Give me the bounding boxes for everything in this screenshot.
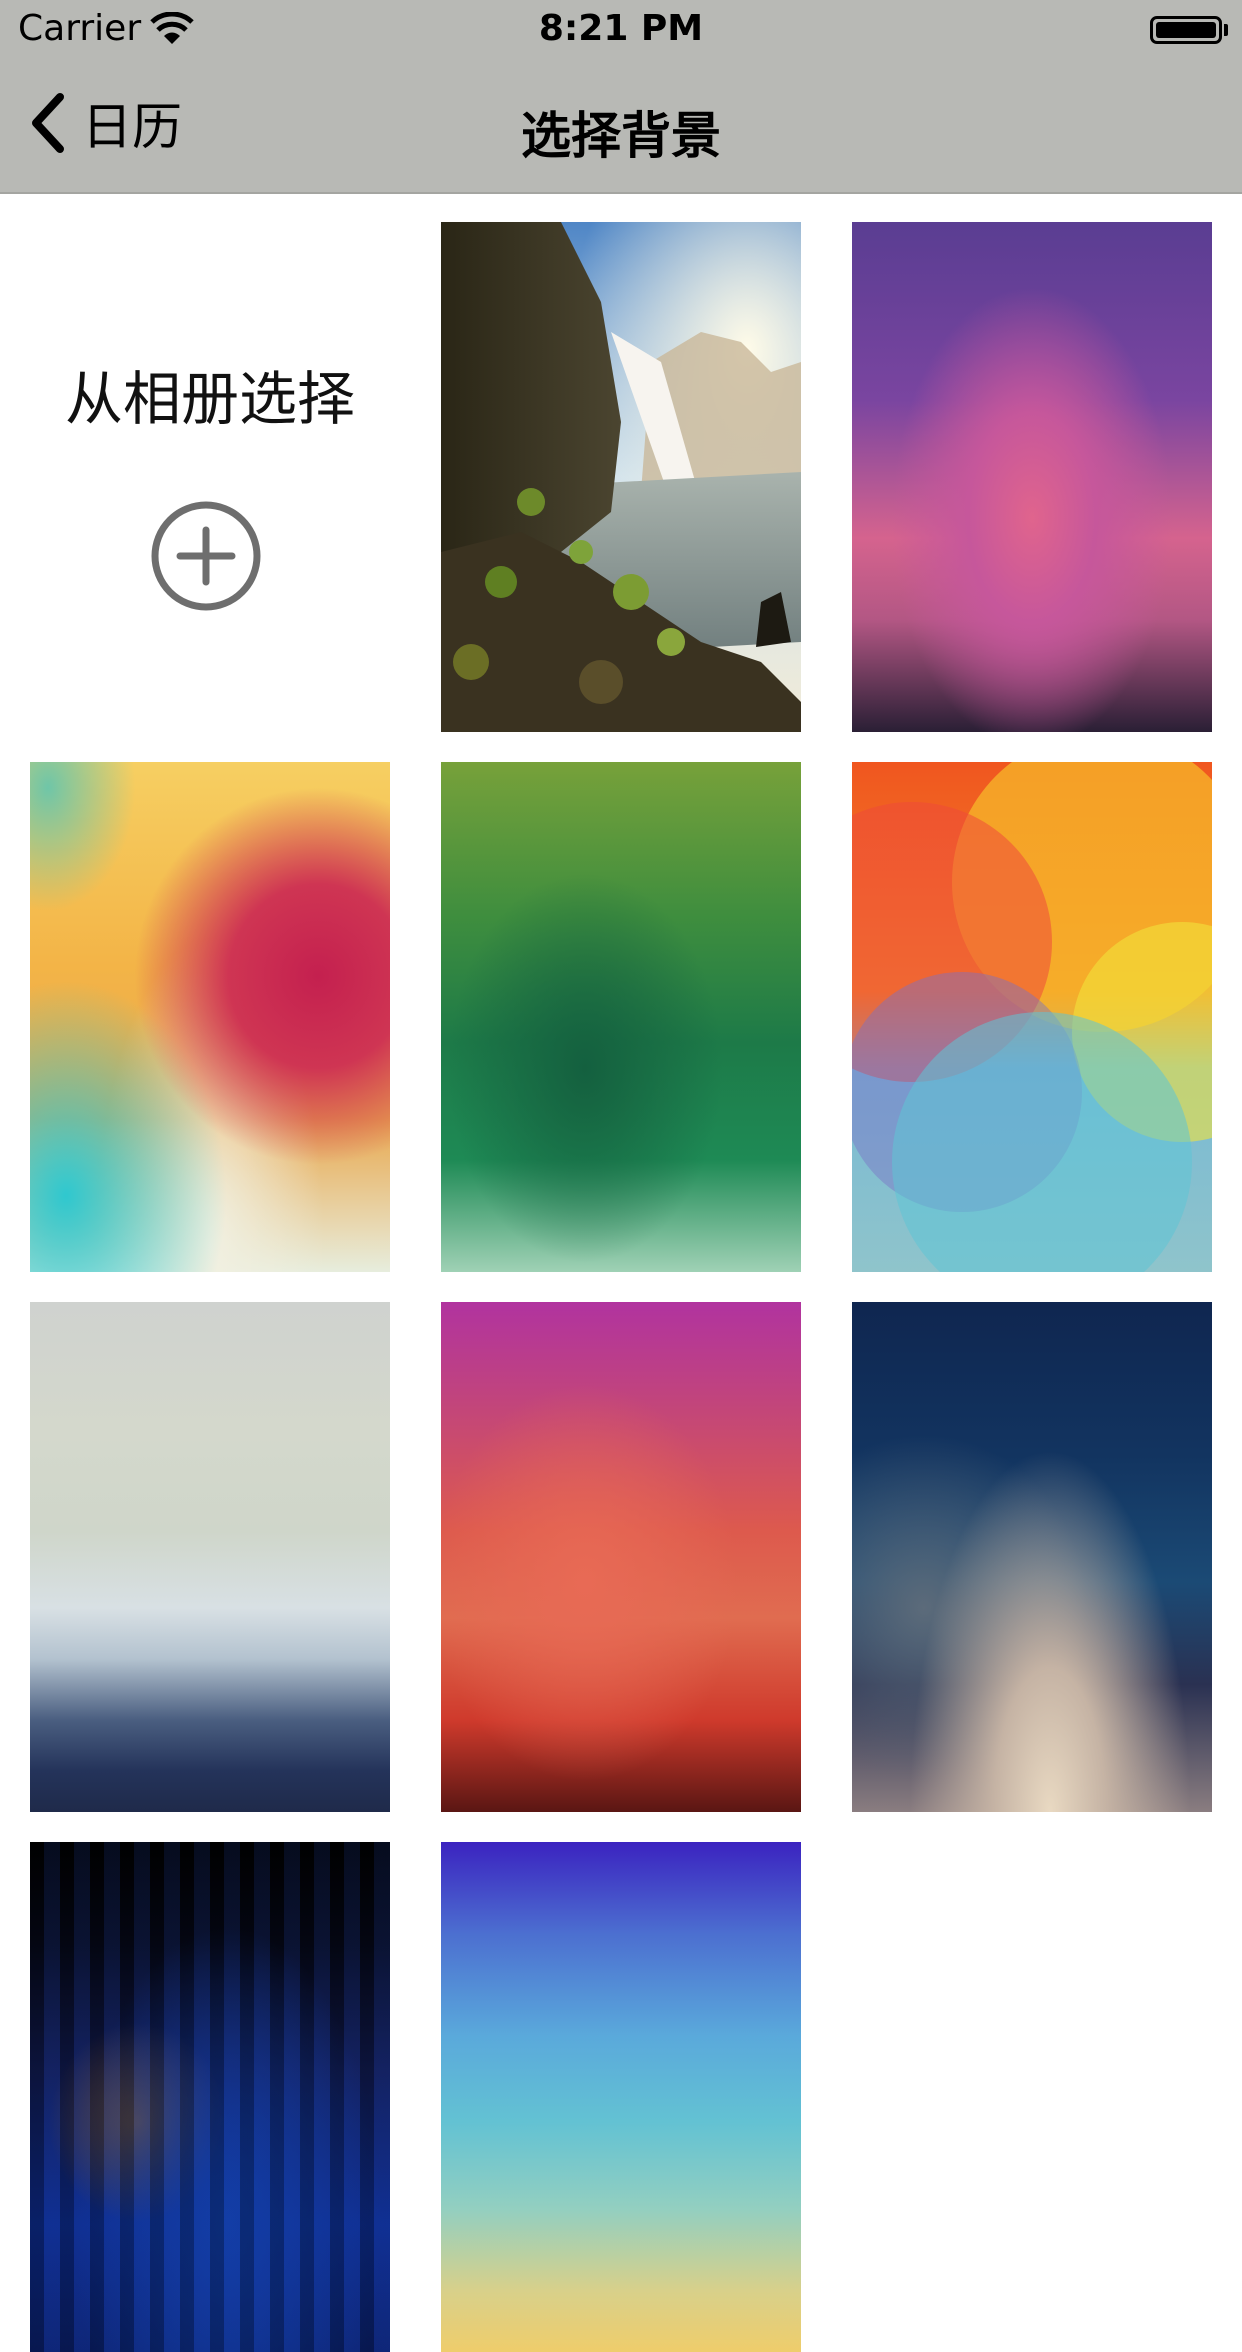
- wallpaper-tile-green[interactable]: [441, 762, 801, 1272]
- wallpaper-tile-navy-glow[interactable]: [852, 1302, 1212, 1812]
- petal-swirl-image: [852, 762, 1212, 1272]
- wallpaper-tile-yellow-red[interactable]: [30, 762, 390, 1272]
- status-time: 8:21 PM: [538, 8, 704, 49]
- battery-icon: [1150, 16, 1222, 44]
- page-title: 选择背景: [521, 107, 721, 165]
- waterfall-image: [441, 222, 801, 732]
- wallpaper-tile-orange-petals[interactable]: [852, 762, 1212, 1272]
- top-bar: Carrier 8:21 PM 日历 选择背景: [0, 0, 1242, 194]
- battery-tip: [1224, 24, 1228, 36]
- choose-from-album-cell[interactable]: 从相册选择: [30, 222, 390, 732]
- wallpaper-tile-dark-blue[interactable]: [30, 1842, 390, 2352]
- wallpaper-tile-purple-pink[interactable]: [852, 222, 1212, 732]
- wallpaper-tile-blue-yellow[interactable]: [441, 1842, 801, 2352]
- wallpaper-tile-waterfall[interactable]: [441, 222, 801, 732]
- wallpaper-tile-grey-navy[interactable]: [30, 1302, 390, 1812]
- navigation-bar: 日历 选择背景: [0, 60, 1242, 192]
- choose-from-album-label: 从相册选择: [64, 365, 355, 433]
- status-bar: Carrier 8:21 PM: [0, 0, 1242, 60]
- wallpaper-tile-magenta-red[interactable]: [441, 1302, 801, 1812]
- plus-circle-icon: [151, 501, 261, 611]
